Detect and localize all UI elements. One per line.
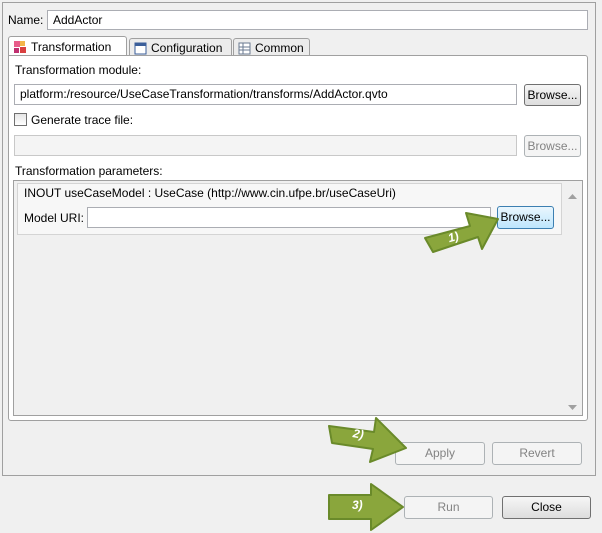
model-uri-label: Model URI: — [24, 211, 85, 225]
run-button[interactable]: Run — [404, 496, 493, 519]
close-button[interactable]: Close — [502, 496, 591, 519]
annotation-label-2: 2) — [351, 426, 365, 442]
annotation-arrow-3-icon — [328, 483, 404, 531]
tab-configuration-label: Configuration — [151, 41, 223, 55]
revert-button[interactable]: Revert — [492, 442, 582, 465]
module-label: Transformation module: — [15, 63, 142, 77]
module-browse-button[interactable]: Browse... — [524, 84, 581, 106]
tab-transformation-label: Transformation — [31, 40, 112, 54]
tab-common-label: Common — [255, 41, 304, 55]
trace-label: Generate trace file: — [31, 113, 134, 127]
annotation-arrow-2-icon — [328, 417, 407, 463]
configuration-icon — [134, 42, 147, 55]
model-uri-browse-button[interactable]: Browse... — [497, 206, 554, 229]
params-scrollbar[interactable] — [564, 184, 581, 412]
params-label: Transformation parameters: — [15, 164, 163, 178]
trace-checkbox[interactable] — [14, 113, 27, 126]
module-field[interactable]: platform:/resource/UseCaseTransformation… — [14, 84, 517, 105]
scroll-down-icon[interactable] — [568, 400, 577, 414]
scroll-up-icon[interactable] — [568, 188, 577, 202]
name-field[interactable]: AddActor — [47, 10, 588, 30]
annotation-arrow-1-icon — [424, 212, 499, 253]
param-header: INOUT useCaseModel : UseCase (http://www… — [24, 186, 396, 200]
trace-browse-button[interactable]: Browse... — [524, 135, 581, 157]
tab-transformation[interactable]: Transformation — [8, 36, 127, 57]
trace-field[interactable] — [14, 135, 517, 156]
common-icon — [238, 42, 251, 55]
name-label: Name: — [8, 13, 44, 27]
annotation-label-3: 3) — [352, 498, 363, 512]
transformation-icon — [13, 40, 27, 54]
